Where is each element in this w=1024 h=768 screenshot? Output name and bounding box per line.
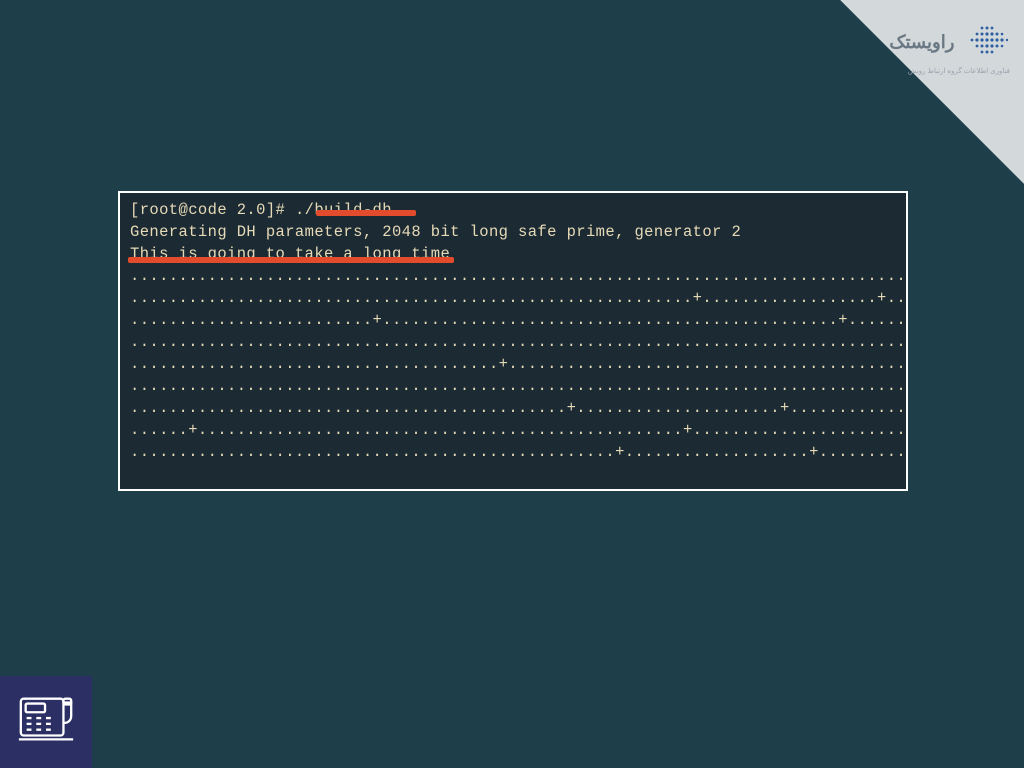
progress-line: ........................................… bbox=[130, 443, 908, 461]
brand-tagline: فناوری اطلاعات گروه ارتباط رویش bbox=[850, 67, 1010, 75]
progress-line: ........................................… bbox=[130, 267, 908, 285]
highlight-long-time bbox=[128, 257, 454, 263]
progress-line: ........................................… bbox=[130, 333, 908, 351]
progress-line: ......+.................................… bbox=[130, 421, 908, 439]
phone-badge[interactable] bbox=[0, 676, 92, 768]
brand-name: راویستک bbox=[889, 32, 954, 53]
shell-prompt: [root@code 2.0]# bbox=[130, 201, 295, 219]
progress-line: ........................................… bbox=[130, 289, 908, 307]
progress-line: ........................................… bbox=[130, 377, 908, 395]
progress-line: .........................+..............… bbox=[130, 311, 908, 329]
ribbon-shape bbox=[840, 0, 1024, 184]
progress-line: ........................................… bbox=[130, 399, 908, 417]
output-line-generating: Generating DH parameters, 2048 bit long … bbox=[130, 223, 741, 241]
brand-logo: راویستک فناوری اطلاعات گروه ارتباط رویش bbox=[850, 20, 1010, 75]
corner-ribbon: راویستک فناوری اطلاعات گروه ارتباط رویش bbox=[764, 0, 1024, 200]
logo-dots-icon bbox=[964, 20, 1010, 65]
progress-line: ......................................+.… bbox=[130, 355, 908, 373]
telephone-icon bbox=[15, 689, 77, 756]
terminal-window: [root@code 2.0]# ./build-dh Generating D… bbox=[118, 191, 908, 491]
highlight-build-dh bbox=[316, 210, 416, 216]
